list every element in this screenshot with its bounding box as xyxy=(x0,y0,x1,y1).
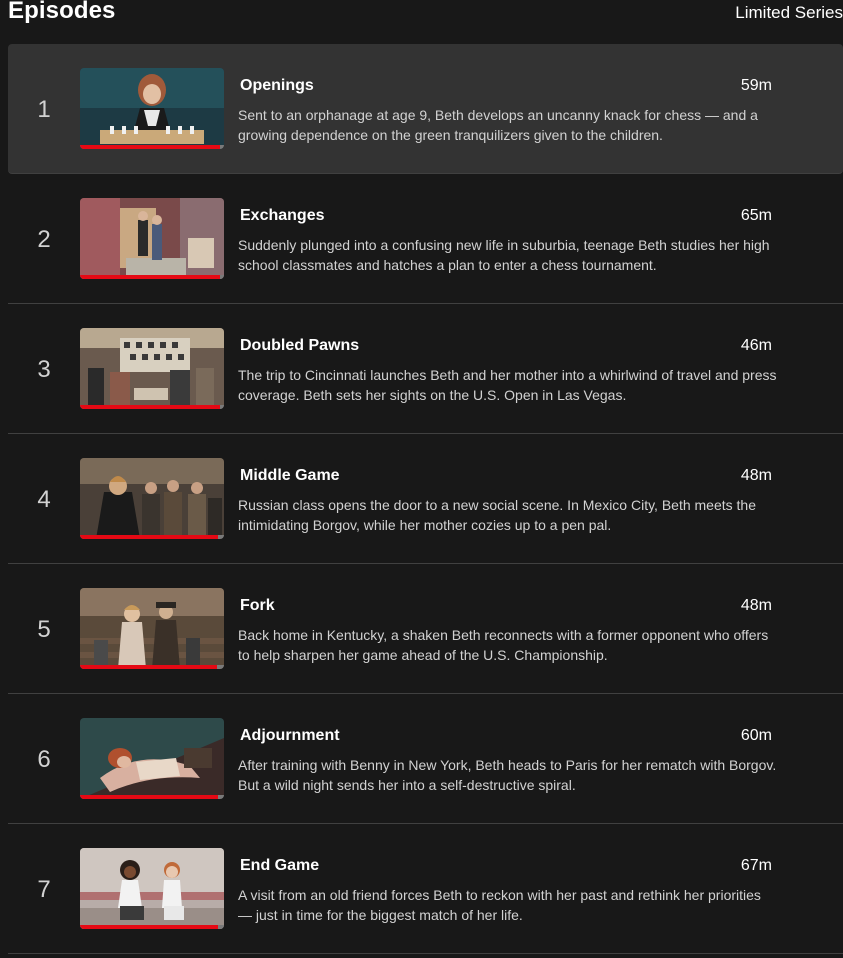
episode-description: Back home in Kentucky, a shaken Beth rec… xyxy=(238,627,769,663)
episode-title: Fork xyxy=(240,597,275,614)
episodes-header: Episodes Limited Series xyxy=(0,0,843,44)
episode-duration: 67m xyxy=(740,857,772,874)
episode-duration: 65m xyxy=(740,207,772,224)
progress-bar xyxy=(80,535,224,539)
episode-item[interactable]: 1 Openings 59m Sent to an orphanage at a… xyxy=(8,44,843,174)
episode-list: 1 Openings 59m Sent to an orphanage at a… xyxy=(8,44,843,954)
episode-description: A visit from an old friend forces Beth t… xyxy=(238,887,761,923)
episode-title: Middle Game xyxy=(240,467,340,484)
progress-bar xyxy=(80,145,224,149)
progress-bar xyxy=(80,925,224,929)
episode-title: End Game xyxy=(240,857,320,874)
progress-bar xyxy=(80,665,224,669)
episode-duration: 46m xyxy=(740,337,772,354)
episode-thumbnail[interactable] xyxy=(80,588,224,669)
episode-duration: 60m xyxy=(740,727,772,744)
episode-thumbnail[interactable] xyxy=(80,198,224,279)
episode-number: 1 xyxy=(37,96,51,123)
progress-bar xyxy=(80,405,224,409)
episode-description: Russian class opens the door to a new so… xyxy=(238,497,756,533)
episode-title: Adjournment xyxy=(240,727,340,744)
episode-item[interactable]: 7 End Game 67m A visit from an old frien… xyxy=(8,824,843,954)
episode-title: Exchanges xyxy=(240,207,325,224)
episode-number: 7 xyxy=(37,876,51,903)
progress-fill xyxy=(80,925,219,929)
episode-duration: 48m xyxy=(740,597,772,614)
progress-fill xyxy=(80,275,220,279)
episode-item[interactable]: 5 Fork 48m Back home in Kentucky, a shak… xyxy=(8,564,843,694)
episode-title: Openings xyxy=(240,77,314,94)
series-type-label: Limited Series xyxy=(735,3,843,22)
section-title: Episodes xyxy=(8,0,116,24)
episode-duration: 59m xyxy=(740,77,772,94)
episode-thumbnail[interactable] xyxy=(80,458,224,539)
progress-bar xyxy=(80,795,224,799)
progress-fill xyxy=(80,145,220,149)
episode-item[interactable]: 2 Exchanges 65m Suddenly plunged into a … xyxy=(8,174,843,304)
episode-description: After training with Benny in New York, B… xyxy=(238,757,777,793)
episode-thumbnail[interactable] xyxy=(80,718,224,799)
episode-item[interactable]: 6 Adjournment 60m After training with Be… xyxy=(8,694,843,824)
progress-bar xyxy=(80,275,224,279)
episode-description: The trip to Cincinnati launches Beth and… xyxy=(238,367,777,403)
episode-thumbnail[interactable] xyxy=(80,848,224,929)
episode-description: Suddenly plunged into a confusing new li… xyxy=(238,237,770,273)
progress-fill xyxy=(80,665,217,669)
episode-title: Doubled Pawns xyxy=(240,337,360,354)
episode-thumbnail[interactable] xyxy=(80,68,224,149)
episode-item[interactable]: 4 Middle Game 48m Russian class opens th… xyxy=(8,434,843,564)
episode-thumbnail[interactable] xyxy=(80,328,224,409)
episode-number: 2 xyxy=(37,226,51,253)
episode-number: 3 xyxy=(37,356,51,383)
episode-description: Sent to an orphanage at age 9, Beth deve… xyxy=(238,107,758,143)
episode-number: 4 xyxy=(37,486,51,513)
episode-number: 5 xyxy=(37,616,51,643)
episode-number: 6 xyxy=(37,746,51,773)
progress-fill xyxy=(80,405,220,409)
progress-fill xyxy=(80,535,219,539)
episode-item[interactable]: 3 Doubled Pawns 46m The trip to Cincinna… xyxy=(8,304,843,434)
progress-fill xyxy=(80,795,219,799)
episode-duration: 48m xyxy=(740,467,772,484)
